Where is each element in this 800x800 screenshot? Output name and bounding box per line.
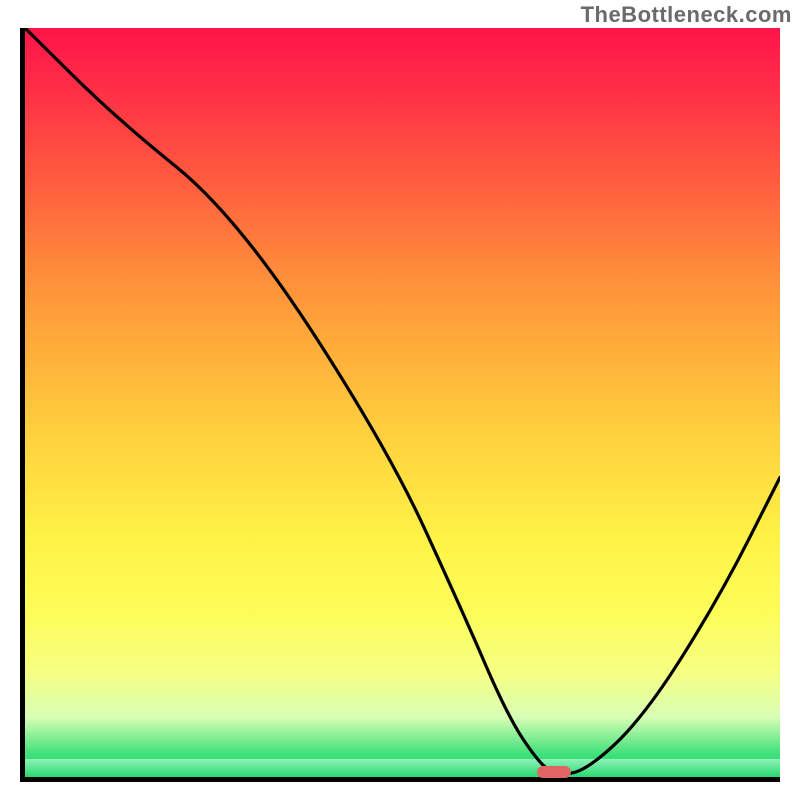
chart-background-gradient [25,28,780,777]
watermark-text: TheBottleneck.com [581,2,792,28]
optimal-marker [537,766,571,778]
chart-optimal-zone [25,759,780,777]
chart-plot-area [20,28,780,782]
